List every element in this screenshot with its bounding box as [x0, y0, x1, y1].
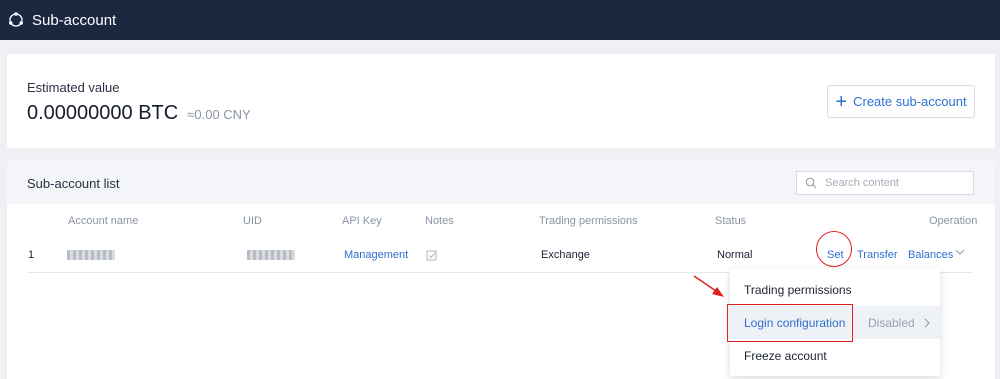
top-bar: Sub-account	[0, 0, 1000, 40]
row-index: 1	[28, 249, 35, 261]
balances-link[interactable]: Balances	[908, 249, 953, 261]
col-operation: Operation	[929, 215, 978, 227]
estimated-value-card: Estimated value 0.00000000 BTC ≈0.00 CNY…	[7, 54, 995, 148]
col-status: Status	[715, 215, 747, 227]
col-uid: UID	[243, 215, 262, 227]
menu-item-trading-permissions[interactable]: Trading permissions	[730, 273, 940, 306]
create-sub-account-button[interactable]: + Create sub-account	[827, 85, 975, 118]
chevron-right-icon	[924, 318, 930, 327]
col-api-key: API Key	[342, 215, 382, 227]
list-header: Sub-account list	[7, 161, 995, 204]
btc-value: 0.00000000 BTC	[27, 102, 179, 124]
plus-icon: +	[835, 90, 848, 113]
create-sub-account-label: Create sub-account	[853, 94, 967, 109]
search-box[interactable]	[796, 171, 974, 195]
status-value: Normal	[717, 249, 753, 261]
login-configuration-annotation-box	[727, 304, 853, 342]
col-account-name: Account name	[68, 215, 139, 227]
search-input[interactable]	[825, 177, 965, 189]
menu-item-label: Trading permissions	[744, 282, 852, 297]
edit-note-icon[interactable]	[426, 249, 438, 261]
list-title: Sub-account list	[27, 176, 120, 191]
account-name-redacted	[67, 250, 115, 260]
estimated-value-row: 0.00000000 BTC ≈0.00 CNY	[27, 102, 251, 125]
set-annotation-circle	[816, 231, 852, 267]
api-key-management-link[interactable]: Management	[344, 249, 408, 261]
search-icon	[805, 177, 817, 189]
transfer-link[interactable]: Transfer	[857, 249, 898, 261]
col-trading-permissions: Trading permissions	[539, 215, 638, 227]
col-notes: Notes	[425, 215, 454, 227]
chevron-down-icon[interactable]	[955, 247, 965, 257]
cny-value: ≈0.00 CNY	[187, 107, 251, 122]
estimated-value-label: Estimated value	[27, 80, 120, 95]
menu-item-freeze-account[interactable]: Freeze account	[730, 339, 940, 372]
menu-item-label: Freeze account	[744, 348, 827, 363]
trading-permissions-value: Exchange	[541, 249, 590, 261]
disabled-label: Disabled	[868, 315, 915, 330]
sub-account-logo-icon	[9, 12, 23, 27]
uid-redacted	[247, 250, 295, 260]
login-configuration-status: Disabled	[868, 316, 931, 330]
page-title: Sub-account	[32, 11, 117, 29]
